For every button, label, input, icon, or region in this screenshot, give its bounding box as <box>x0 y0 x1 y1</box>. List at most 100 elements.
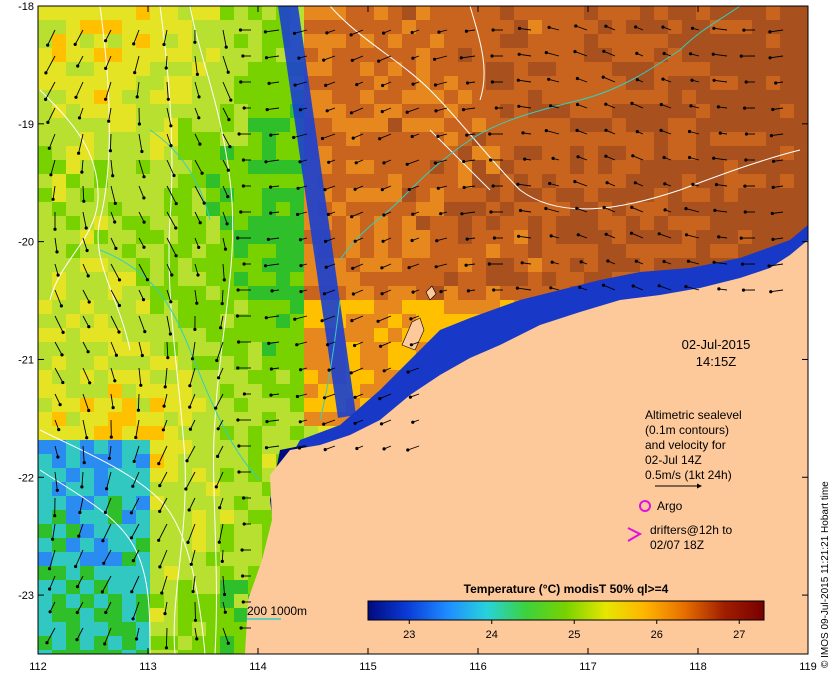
sst-cell <box>332 76 347 91</box>
sst-cell <box>794 90 808 105</box>
velocity-arrow-head <box>774 81 778 85</box>
sst-cell <box>472 272 487 287</box>
sst-cell <box>290 300 305 315</box>
sst-cell <box>94 118 109 133</box>
velocity-arrow-head <box>217 540 221 544</box>
sst-cell <box>38 216 53 231</box>
sst-cell <box>332 6 347 21</box>
velocity-arrow-head <box>771 237 775 241</box>
sst-cell <box>94 328 109 343</box>
sst-cell <box>570 160 585 175</box>
sst-cell <box>66 202 81 217</box>
sst-cell <box>192 496 207 511</box>
sst-cell <box>346 244 361 259</box>
sst-cell <box>430 20 445 35</box>
velocity-arrow-head <box>690 78 694 82</box>
sst-cell <box>150 636 165 651</box>
sst-cell <box>206 328 221 343</box>
sst-cell <box>122 524 137 539</box>
sst-cell <box>150 90 165 105</box>
sst-cell <box>612 216 627 231</box>
sst-cell <box>780 76 795 91</box>
sst-cell <box>164 412 179 427</box>
sst-cell <box>248 328 263 343</box>
velocity-arrow-head <box>517 52 521 56</box>
velocity-arrow-head <box>200 171 204 175</box>
sst-cell <box>206 594 221 609</box>
sst-cell <box>500 230 515 245</box>
sst-cell <box>164 398 179 413</box>
velocity-arrow-head <box>712 78 716 82</box>
sst-cell <box>360 342 375 357</box>
sst-cell <box>458 146 473 161</box>
sst-cell <box>150 202 165 217</box>
sst-cell <box>150 482 165 497</box>
sst-cell <box>626 90 641 105</box>
sst-cell <box>164 90 179 105</box>
velocity-arrow-head <box>228 145 232 149</box>
sst-cell <box>248 118 263 133</box>
sst-cell <box>780 62 795 77</box>
sst-cell <box>724 118 739 133</box>
sst-cell <box>52 650 67 654</box>
sst-cell <box>248 440 263 455</box>
velocity-arrow-head <box>382 447 386 451</box>
sst-cell <box>640 104 655 119</box>
sst-cell <box>598 230 613 245</box>
sst-cell <box>304 300 319 315</box>
sst-cell <box>52 132 67 147</box>
sst-cell <box>234 328 249 343</box>
sst-cell <box>780 118 795 133</box>
sst-cell <box>290 426 305 441</box>
sst-cell <box>108 398 123 413</box>
sst-cell <box>66 356 81 371</box>
sst-cell <box>304 20 319 35</box>
velocity-arrow-head <box>634 259 638 263</box>
velocity-arrow-head <box>771 107 775 112</box>
sst-cell <box>388 286 403 301</box>
velocity-arrow-head <box>433 83 438 87</box>
sst-cell <box>318 398 333 413</box>
sst-cell <box>234 510 249 525</box>
sst-cell <box>346 174 361 189</box>
sst-cell <box>66 468 81 483</box>
sst-cell <box>178 440 193 455</box>
velocity-arrow-head <box>157 538 161 542</box>
velocity-arrow-head <box>327 160 331 164</box>
velocity-arrow-head <box>104 39 108 43</box>
sst-cell <box>234 6 249 21</box>
sst-cell <box>416 118 431 133</box>
sst-cell <box>164 510 179 525</box>
sst-cell <box>402 244 417 259</box>
sst-cell <box>388 104 403 119</box>
sst-cell <box>122 538 137 553</box>
velocity-arrow-head <box>82 461 86 465</box>
velocity-arrow-head <box>236 288 240 292</box>
sst-cell <box>192 398 207 413</box>
velocity-arrow-head <box>631 154 635 158</box>
velocity-arrow-head <box>739 54 743 58</box>
sst-cell <box>66 300 81 315</box>
sst-cell <box>458 272 473 287</box>
velocity-arrow-head <box>134 435 138 440</box>
velocity-arrow-head <box>604 102 608 106</box>
sst-cell <box>52 244 67 259</box>
sst-cell <box>458 76 473 91</box>
sst-cell <box>710 216 725 231</box>
velocity-arrow-head <box>169 300 173 304</box>
sst-cell <box>136 426 151 441</box>
velocity-arrow-head <box>161 428 165 432</box>
sst-cell <box>710 20 725 35</box>
velocity-arrow-head <box>239 80 243 84</box>
sst-cell <box>724 188 739 203</box>
sst-cell <box>486 216 501 231</box>
sst-cell <box>374 6 389 21</box>
sst-cell <box>654 216 669 231</box>
sst-cell <box>136 62 151 77</box>
sst-cell <box>108 650 123 654</box>
sst-cell <box>164 286 179 301</box>
sst-cell <box>178 34 193 49</box>
sst-cell <box>528 48 543 63</box>
sst-cell <box>290 370 305 385</box>
sst-cell <box>640 258 655 273</box>
